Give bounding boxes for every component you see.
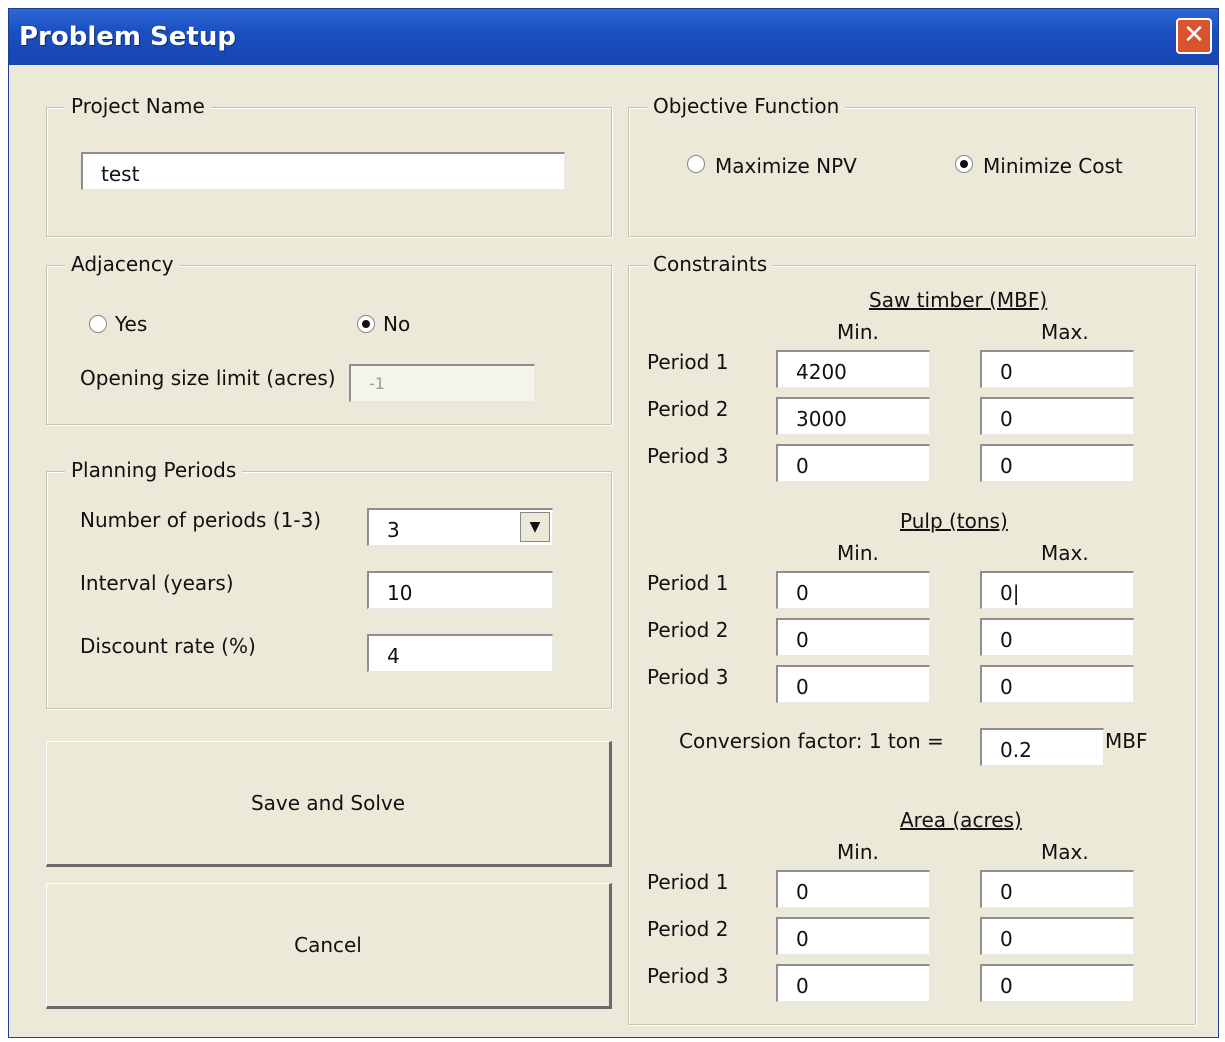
area-min-header: Min. (837, 840, 879, 864)
cancel-button[interactable]: Cancel (46, 883, 612, 1009)
num-periods-label: Number of periods (1-3) (80, 508, 322, 532)
maximize-npv-radio[interactable] (687, 155, 705, 173)
saw-period-1-label: Period 1 (647, 350, 729, 374)
adjacency-yes-radio[interactable] (89, 315, 107, 333)
close-icon[interactable]: ✕ (1176, 18, 1212, 54)
opening-size-input[interactable]: -1 (349, 364, 535, 402)
planning-periods-legend: Planning Periods (65, 458, 243, 482)
saw-min-header: Min. (837, 320, 879, 344)
radio-selected-dot (960, 160, 968, 168)
saw-period-2-min-input[interactable]: 3000 (776, 397, 930, 435)
area-period-3-min-input[interactable]: 0 (776, 964, 930, 1002)
conversion-factor-label: Conversion factor: 1 ton = (679, 729, 944, 753)
saw-period-1-min-input[interactable]: 4200 (776, 350, 930, 388)
conversion-factor-input[interactable]: 0.2 (980, 728, 1104, 766)
title-bar[interactable]: Problem Setup ✕ (9, 9, 1218, 65)
area-period-3-max-input[interactable]: 0 (980, 964, 1134, 1002)
objective-function-legend: Objective Function (647, 94, 846, 118)
project-name-group: Project Name test (46, 94, 612, 237)
adjacency-group: Adjacency Yes No Opening size limit (acr… (46, 252, 612, 425)
interval-input[interactable]: 10 (367, 571, 553, 609)
adjacency-legend: Adjacency (65, 252, 180, 276)
pulp-period-3-label: Period 3 (647, 665, 729, 689)
saw-period-3-label: Period 3 (647, 444, 729, 468)
num-periods-select[interactable]: 3 ▼ (367, 508, 553, 546)
minimize-cost-radio[interactable] (955, 155, 973, 173)
saw-period-3-max-input[interactable]: 0 (980, 444, 1134, 482)
discount-input[interactable]: 4 (367, 634, 553, 672)
discount-label: Discount rate (%) (80, 634, 256, 658)
pulp-period-1-min-input[interactable]: 0 (776, 571, 930, 609)
planning-periods-group: Planning Periods Number of periods (1-3)… (46, 458, 612, 709)
adjacency-yes-label: Yes (115, 312, 148, 336)
area-period-3-label: Period 3 (647, 964, 729, 988)
pulp-period-3-max-input[interactable]: 0 (980, 665, 1134, 703)
area-max-header: Max. (1041, 840, 1089, 864)
constraints-legend: Constraints (647, 252, 774, 276)
saw-period-2-max-input[interactable]: 0 (980, 397, 1134, 435)
pulp-period-1-label: Period 1 (647, 571, 729, 595)
conversion-unit-label: MBF (1105, 729, 1148, 753)
saw-period-2-label: Period 2 (647, 397, 729, 421)
save-and-solve-button[interactable]: Save and Solve (46, 741, 612, 867)
adjacency-no-radio[interactable] (357, 315, 375, 333)
opening-size-label: Opening size limit (acres) (80, 366, 336, 390)
area-period-2-max-input[interactable]: 0 (980, 917, 1134, 955)
saw-period-3-min-input[interactable]: 0 (776, 444, 930, 482)
pulp-period-2-label: Period 2 (647, 618, 729, 642)
radio-selected-dot (362, 320, 370, 328)
minimize-cost-label: Minimize Cost (983, 154, 1123, 178)
problem-setup-dialog: Problem Setup ✕ Project Name test Adjace… (8, 8, 1219, 1038)
constraints-group: Constraints Saw timber (MBF) Min. Max. P… (628, 252, 1196, 1025)
pulp-period-3-min-input[interactable]: 0 (776, 665, 930, 703)
pulp-period-2-max-input[interactable]: 0 (980, 618, 1134, 656)
saw-period-1-max-input[interactable]: 0 (980, 350, 1134, 388)
project-name-legend: Project Name (65, 94, 211, 118)
area-period-2-label: Period 2 (647, 917, 729, 941)
pulp-period-2-min-input[interactable]: 0 (776, 618, 930, 656)
saw-timber-title: Saw timber (MBF) (869, 288, 1048, 312)
area-period-1-label: Period 1 (647, 870, 729, 894)
window-title: Problem Setup (19, 22, 236, 52)
pulp-max-header: Max. (1041, 541, 1089, 565)
area-title: Area (acres) (900, 808, 1022, 832)
adjacency-no-label: No (383, 312, 411, 336)
saw-max-header: Max. (1041, 320, 1089, 344)
pulp-min-header: Min. (837, 541, 879, 565)
pulp-title: Pulp (tons) (900, 509, 1008, 533)
chevron-down-icon[interactable]: ▼ (520, 512, 550, 542)
interval-label: Interval (years) (80, 571, 234, 595)
pulp-period-1-max-input[interactable]: 0| (980, 571, 1134, 609)
maximize-npv-label: Maximize NPV (715, 154, 857, 178)
num-periods-value: 3 (387, 518, 400, 542)
area-period-2-min-input[interactable]: 0 (776, 917, 930, 955)
project-name-input[interactable]: test (81, 152, 565, 190)
area-period-1-max-input[interactable]: 0 (980, 870, 1134, 908)
objective-function-group: Objective Function Maximize NPV Minimize… (628, 94, 1196, 237)
area-period-1-min-input[interactable]: 0 (776, 870, 930, 908)
